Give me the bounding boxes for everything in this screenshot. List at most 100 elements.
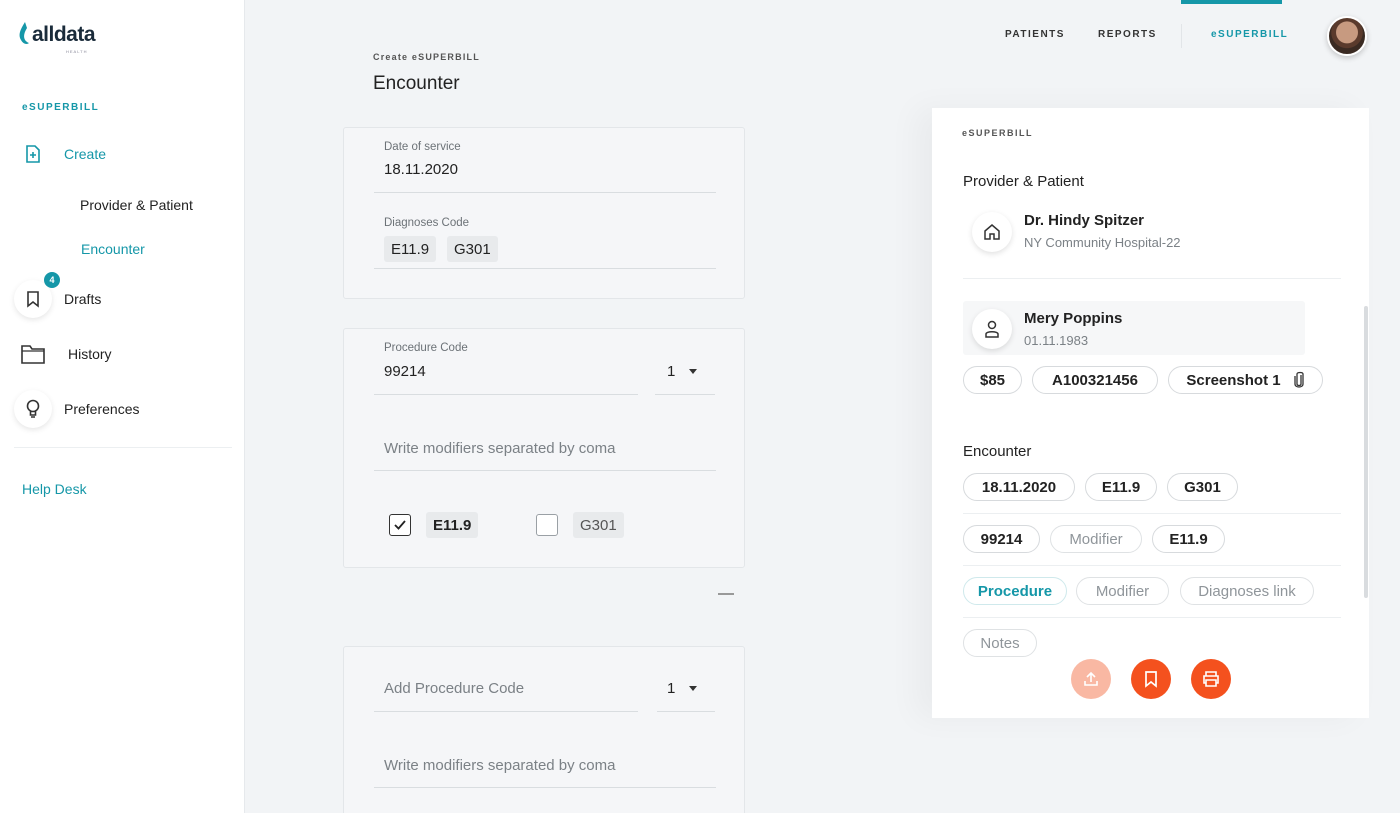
panel-eyebrow: eSUPERBILL [962,128,1034,138]
encounter-diagnosis-pill[interactable]: E11.9 [1085,473,1157,501]
sidebar: alldata HEALTH eSUPERBILL Create Provide… [0,0,245,813]
chevron-down-icon [689,686,698,691]
topnav-divider [1181,24,1182,48]
sidebar-item-history[interactable]: History [14,335,112,373]
diagnoses-code-label: Diagnoses Code [384,217,470,229]
panel-divider [963,513,1341,514]
active-tab-indicator [1181,0,1282,4]
page-title: Encounter [373,73,460,94]
help-desk-link[interactable]: Help Desk [22,481,87,497]
notes-pill[interactable]: Notes [963,629,1037,657]
bookmark-icon [1145,671,1157,688]
breadcrumb: Create eSUPERBILL [373,52,480,62]
add-quantity-select[interactable]: 1 [667,680,698,697]
sidebar-section-label: eSUPERBILL [22,102,100,113]
lightbulb-icon [14,390,52,428]
save-draft-button[interactable] [1131,659,1171,699]
modifiers-input[interactable]: Write modifiers separated by coma [384,440,615,457]
quantity-underline [655,394,715,395]
diagnosis-card: Date of service 18.11.2020 Diagnoses Cod… [343,127,745,299]
procedure-quantity-value: 1 [667,363,676,380]
sidebar-item-provider-patient[interactable]: Provider & Patient [80,197,193,213]
preferences-label: Preferences [64,401,140,417]
procedure-placeholder-pill[interactable]: Procedure [963,577,1067,605]
procedure-card: Procedure Code 99214 1 Write modifiers s… [343,328,745,568]
link-checkbox-e119[interactable] [389,514,411,536]
user-avatar[interactable] [1327,16,1367,56]
esuperbill-summary-panel: eSUPERBILL Provider & Patient Dr. Hindy … [932,108,1369,718]
id-tag[interactable]: A100321456 [1032,366,1158,394]
linked-diagnosis-pill[interactable]: E11.9 [1152,525,1225,553]
folder-icon [14,335,52,373]
chevron-down-icon [689,369,698,374]
logo-subtitle: HEALTH [66,49,88,54]
panel-divider [963,617,1341,618]
modifier-placeholder-pill[interactable]: Modifier [1076,577,1169,605]
sidebar-item-preferences[interactable]: Preferences [14,390,139,428]
attachment-label: Screenshot 1 [1186,371,1281,389]
check-icon [394,520,406,530]
modifiers-input-2[interactable]: Write modifiers separated by coma [384,757,615,774]
bookmark-icon: 4 [14,272,60,318]
procedure-code-label: Procedure Code [384,342,468,354]
alldata-logo[interactable]: alldata [18,22,96,46]
add-quantity-underline [657,711,715,712]
encounter-heading: Encounter [963,443,1032,460]
home-icon [972,212,1012,252]
tab-patients[interactable]: PATIENTS [1005,29,1065,40]
drafts-count-badge: 4 [44,272,60,288]
link-code-chip: G301 [573,512,624,538]
tab-reports[interactable]: REPORTS [1098,29,1157,40]
paperclip-icon [1293,371,1304,388]
provider-name: Dr. Hindy Spitzer [1024,212,1145,229]
link-checkbox-g301[interactable] [536,514,558,536]
add-quantity-value: 1 [667,680,676,697]
link-code-chip: E11.9 [426,512,479,538]
sidebar-item-create[interactable]: Create [14,135,106,173]
person-icon [972,309,1012,349]
diagnoses-underline [374,268,716,269]
attachment-tag[interactable]: Screenshot 1 [1168,366,1323,394]
date-underline [374,192,716,193]
add-procedure-card: Add Procedure Code 1 Write modifiers sep… [343,646,745,813]
diagnosis-chip[interactable]: E11.9 [384,236,437,262]
modifier-pill[interactable]: Modifier [1050,525,1142,553]
upload-button[interactable] [1071,659,1111,699]
procedure-underline [374,394,638,395]
encounter-date-pill[interactable]: 18.11.2020 [963,473,1075,501]
sidebar-divider [14,447,232,448]
panel-scrollbar[interactable] [1364,306,1368,598]
create-document-icon [14,135,52,173]
add-procedure-underline [374,711,638,712]
add-procedure-input[interactable]: Add Procedure Code [384,680,524,697]
history-label: History [68,346,112,362]
logo-text: alldata [32,23,96,46]
panel-divider [963,278,1341,279]
patient-card[interactable] [963,301,1305,355]
printer-icon [1203,671,1219,687]
amount-tag[interactable]: $85 [963,366,1022,394]
print-button[interactable] [1191,659,1231,699]
provider-hospital: NY Community Hospital-22 [1024,235,1181,250]
procedure-quantity-select[interactable]: 1 [667,363,698,380]
provider-patient-heading: Provider & Patient [963,173,1084,190]
patient-name: Mery Poppins [1024,310,1123,327]
create-label: Create [64,146,107,162]
diagnosis-chip[interactable]: G301 [447,236,498,262]
date-of-service-value[interactable]: 18.11.2020 [384,161,458,178]
upload-icon [1084,671,1098,686]
logo-drop-icon [19,22,29,44]
tab-esuperbill[interactable]: eSUPERBILL [1211,29,1288,40]
date-of-service-label: Date of service [384,141,461,153]
diagnoses-link-pill[interactable]: Diagnoses link [1180,577,1314,605]
procedure-code-input[interactable]: 99214 [384,363,426,380]
sidebar-item-encounter[interactable]: Encounter [81,241,145,257]
collapse-minus-button[interactable] [718,593,734,595]
sidebar-item-drafts[interactable]: 4 Drafts [14,272,102,318]
drafts-label: Drafts [64,291,102,307]
procedure-pill[interactable]: 99214 [963,525,1040,553]
patient-dob: 01.11.1983 [1024,333,1089,348]
encounter-diagnosis-pill[interactable]: G301 [1167,473,1238,501]
modifiers-underline-2 [374,787,716,788]
panel-divider [963,565,1341,566]
